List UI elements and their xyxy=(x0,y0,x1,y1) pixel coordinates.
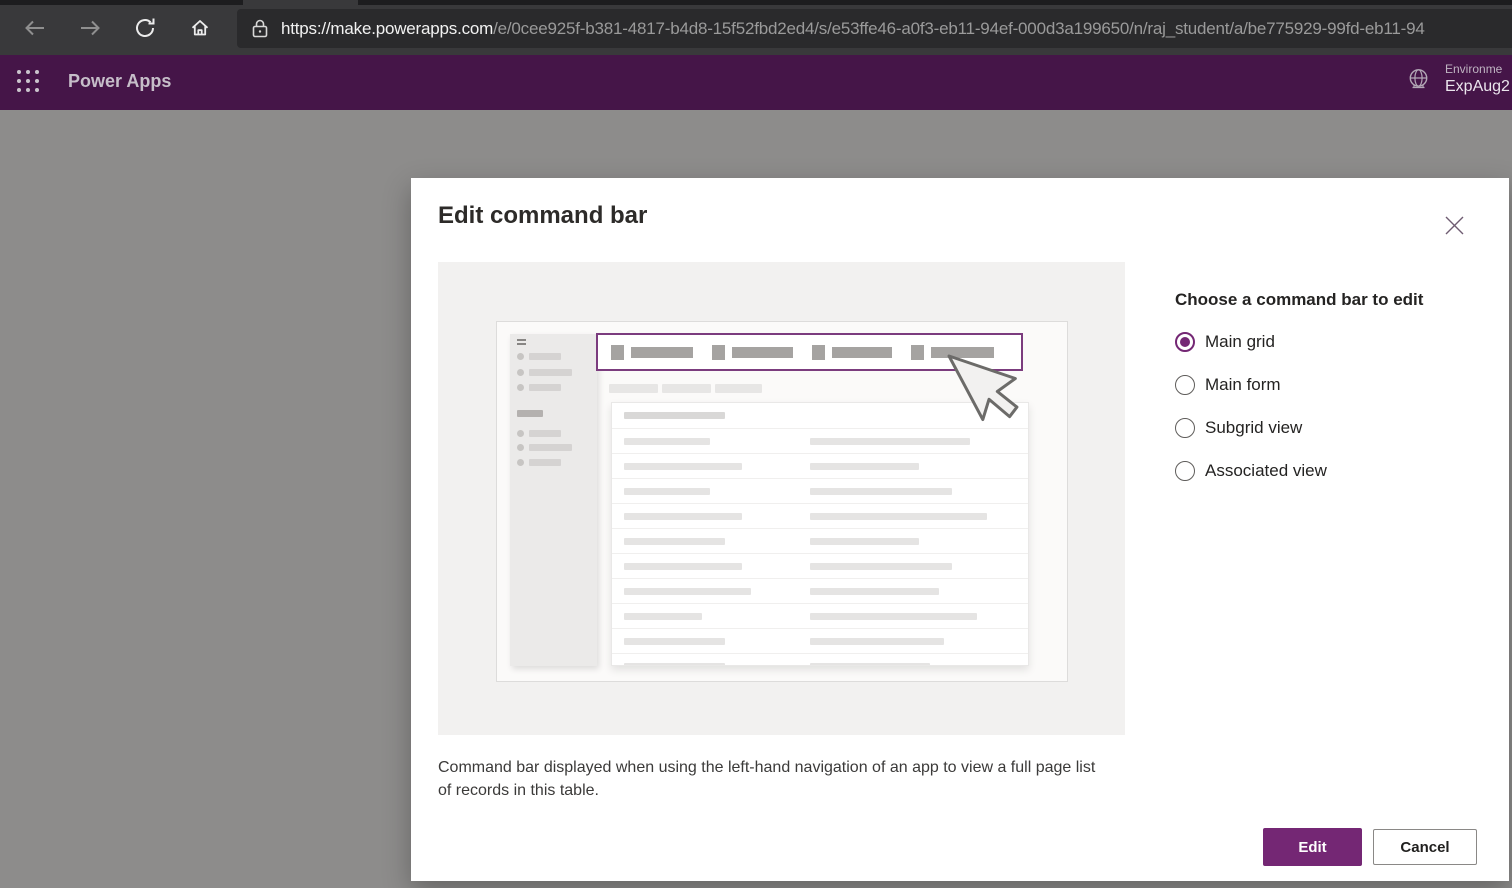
radio-circle xyxy=(1175,375,1195,395)
radio-label: Associated view xyxy=(1205,461,1327,481)
close-icon xyxy=(1444,215,1465,236)
browser-forward-button[interactable] xyxy=(69,7,111,49)
dialog-title: Edit command bar xyxy=(438,202,647,230)
radio-circle xyxy=(1175,461,1195,481)
mock-window xyxy=(496,321,1068,682)
url-text: https://make.powerapps.com/e/0cee925f-b3… xyxy=(281,19,1425,39)
mock-sidebar-section xyxy=(517,410,543,417)
radio-option-main-grid[interactable]: Main grid xyxy=(1175,331,1495,353)
radio-option-associated-view[interactable]: Associated view xyxy=(1175,460,1495,482)
mock-view-tabs xyxy=(609,384,762,393)
lock-icon xyxy=(252,19,268,38)
radio-label: Main grid xyxy=(1205,332,1275,352)
cancel-button[interactable]: Cancel xyxy=(1373,829,1477,865)
environment-picker[interactable]: Environme ExpAug2 xyxy=(1405,62,1512,97)
back-arrow-icon xyxy=(23,16,47,40)
command-bar-chooser: Choose a command bar to edit Main grid M… xyxy=(1175,290,1495,503)
mock-sidebar xyxy=(510,334,597,666)
radio-circle xyxy=(1175,332,1195,352)
refresh-icon xyxy=(133,16,157,40)
illustration-panel xyxy=(438,262,1125,735)
app-title: Power Apps xyxy=(68,71,171,92)
edit-button[interactable]: Edit xyxy=(1263,828,1362,866)
url-host: https://make.powerapps.com xyxy=(281,19,493,38)
powerapps-header: Power Apps Environme ExpAug2 xyxy=(0,55,1512,110)
url-path: /e/0cee925f-b381-4817-b4d8-15f52fbd2ed4/… xyxy=(493,19,1424,38)
environment-label: Environme xyxy=(1445,62,1510,77)
radio-option-subgrid-view[interactable]: Subgrid view xyxy=(1175,417,1495,439)
home-icon xyxy=(188,16,212,40)
chooser-heading: Choose a command bar to edit xyxy=(1175,290,1495,310)
cursor-icon xyxy=(945,352,1035,462)
radio-label: Main form xyxy=(1205,375,1281,395)
radio-circle xyxy=(1175,418,1195,438)
globe-icon xyxy=(1405,66,1432,93)
environment-name: ExpAug2 xyxy=(1445,77,1510,97)
browser-refresh-button[interactable] xyxy=(124,7,166,49)
radio-label: Subgrid view xyxy=(1205,418,1302,438)
browser-back-button[interactable] xyxy=(14,7,56,49)
app-launcher-button[interactable] xyxy=(17,70,43,96)
browser-home-button[interactable] xyxy=(179,7,221,49)
description-text: Command bar displayed when using the lef… xyxy=(438,756,1106,802)
browser-tab-strip xyxy=(0,0,1512,5)
forward-arrow-icon xyxy=(78,16,102,40)
close-button[interactable] xyxy=(1443,214,1465,236)
browser-toolbar: https://make.powerapps.com/e/0cee925f-b3… xyxy=(0,0,1512,55)
hamburger-icon xyxy=(517,339,526,347)
address-bar[interactable]: https://make.powerapps.com/e/0cee925f-b3… xyxy=(237,9,1512,48)
radio-option-main-form[interactable]: Main form xyxy=(1175,374,1495,396)
edit-command-bar-dialog: Edit command bar Choose a command bar to… xyxy=(411,178,1509,881)
